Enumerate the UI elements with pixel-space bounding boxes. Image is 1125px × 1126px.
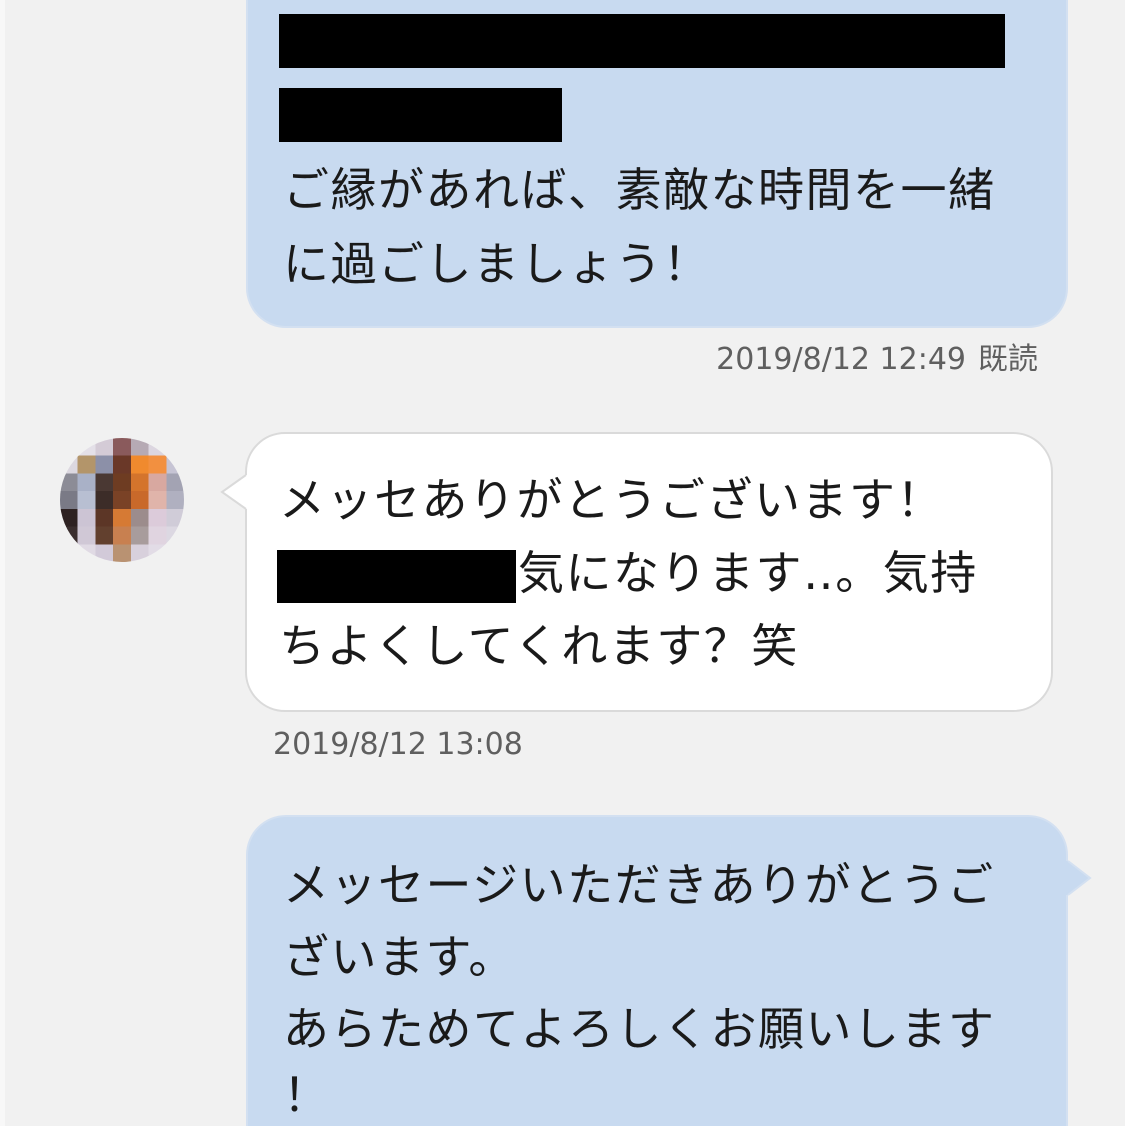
avatar-tile — [95, 438, 114, 457]
avatar-tile — [77, 526, 96, 545]
screen-edge — [0, 0, 5, 1126]
avatar-tile — [60, 455, 79, 474]
avatar-tile — [95, 526, 114, 545]
bubble-tail — [220, 474, 250, 510]
avatar-tile — [148, 508, 167, 527]
avatar-tile — [130, 455, 149, 474]
avatar-tile — [113, 455, 132, 474]
avatar-tile — [95, 455, 114, 474]
outgoing-message-bubble: ご縁があれば、素敵な時間を一緒 に過ごしましょう！ — [246, 0, 1068, 328]
timestamp-text: 2019/8/12 12:49 — [716, 342, 966, 377]
message-line: 気になります‥。気持 — [277, 537, 978, 610]
avatar-tile — [130, 508, 149, 527]
avatar-tile — [130, 438, 149, 457]
avatar-tile — [166, 544, 184, 562]
avatar-tile — [166, 526, 184, 545]
avatar-tile — [148, 473, 167, 492]
avatar-tile — [113, 508, 132, 527]
message-line: ご縁があれば、素敵な時間を一緒 — [283, 163, 996, 217]
avatar-tile — [130, 473, 149, 492]
avatar-tile — [60, 473, 79, 492]
avatar-tile — [166, 491, 184, 510]
avatar-tile — [148, 526, 167, 545]
bubble-tail — [1064, 860, 1092, 896]
read-status: 既読 — [978, 342, 1038, 377]
avatar-tile — [148, 544, 167, 562]
message-line: ！ — [283, 1068, 331, 1122]
avatar-tile — [60, 491, 79, 510]
message-line: ざいます。 — [283, 930, 516, 984]
avatar-tile — [113, 526, 132, 545]
timestamp-text: 2019/8/12 13:08 — [273, 727, 523, 762]
avatar-tile — [77, 491, 96, 510]
redaction-bar — [277, 550, 516, 603]
outgoing-message-bubble: メッセージいただきありがとうご ざいます。 あらためてよろしくお願いします ！ — [246, 815, 1068, 1126]
avatar-tile — [95, 491, 114, 510]
avatar-tile — [113, 544, 132, 562]
avatar-tile — [77, 455, 96, 474]
message-line: メッセありがとうございます！ — [279, 473, 944, 527]
avatar-tile — [95, 508, 114, 527]
avatar-photo — [60, 438, 184, 562]
message-line: あらためてよろしくお願いします — [283, 1002, 996, 1056]
message-text: メッセージいただきありがとうご ざいます。 あらためてよろしくお願いします ！ — [283, 849, 996, 1126]
incoming-message-bubble: メッセありがとうございます！ 気になります‥。気持 ちよくしてくれます？笑 — [245, 432, 1053, 712]
avatar-tile — [60, 438, 79, 457]
redaction-bar — [279, 88, 562, 142]
avatar-tile — [95, 544, 114, 562]
message-line: に過ごしましょう！ — [283, 237, 711, 291]
message-timestamp: 2019/8/12 13:08 — [273, 725, 523, 765]
avatar-tile — [77, 438, 96, 457]
avatar-tile — [130, 491, 149, 510]
message-line: ちよくしてくれます？笑 — [279, 619, 799, 673]
avatar-tile — [166, 455, 184, 474]
sender-avatar[interactable] — [60, 438, 184, 562]
message-text: ご縁があれば、素敵な時間を一緒 に過ごしましょう！ — [283, 153, 996, 301]
avatar-tile — [60, 544, 79, 562]
avatar-tile — [113, 473, 132, 492]
message-line: メッセージいただきありがとうご — [283, 858, 995, 912]
chat-screen: ご縁があれば、素敵な時間を一緒 に過ごしましょう！ 2019/8/12 12:4… — [0, 0, 1125, 1126]
avatar-tile — [60, 526, 79, 545]
message-line-text: 気になります‥。気持 — [518, 546, 978, 600]
avatar-tile — [77, 508, 96, 527]
redaction-bar — [279, 14, 1005, 68]
avatar-tile — [130, 544, 149, 562]
avatar-tile — [60, 508, 79, 527]
avatar-tile — [166, 473, 184, 492]
avatar-tile — [77, 473, 96, 492]
message-text: メッセありがとうございます！ 気になります‥。気持 ちよくしてくれます？笑 — [277, 464, 978, 683]
message-timestamp: 2019/8/12 12:49 既読 — [716, 340, 1038, 380]
avatar-tile — [95, 473, 114, 492]
avatar-tile — [148, 491, 167, 510]
avatar-tile — [77, 544, 96, 562]
avatar-tile — [113, 438, 132, 457]
avatar-tile — [148, 455, 167, 474]
avatar-tile — [166, 508, 184, 527]
avatar-tile — [166, 438, 184, 457]
avatar-tile — [130, 526, 149, 545]
avatar-tile — [148, 438, 167, 457]
avatar-tile — [113, 491, 132, 510]
